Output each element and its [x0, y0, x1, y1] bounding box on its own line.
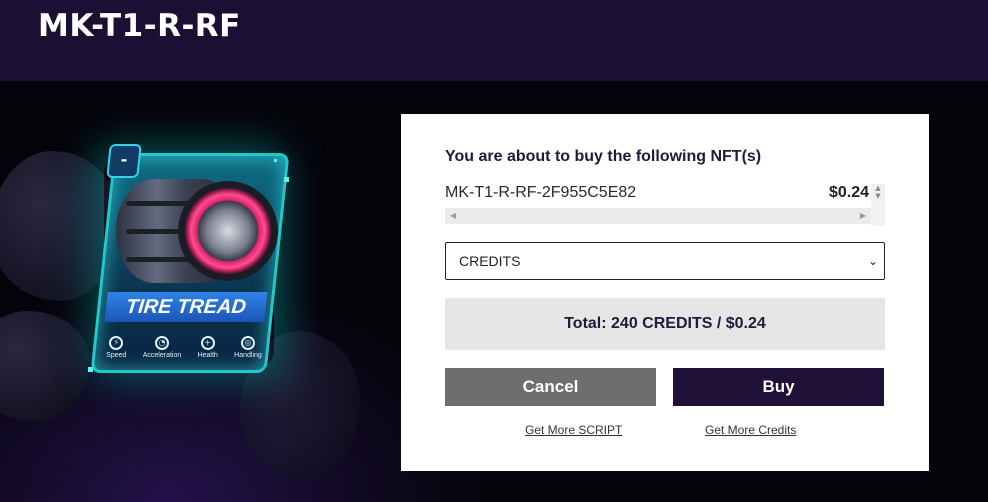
get-more-credits-link[interactable]: Get More Credits	[705, 423, 796, 437]
nft-list[interactable]: MK-T1-R-RF-2F955C5E82 $0.24 ▲ ▼ ◀ ▶	[445, 184, 885, 226]
steering-wheel-icon: ◎	[240, 336, 255, 350]
stat-label: Acceleration	[142, 352, 182, 359]
sparkle-decoration	[284, 177, 289, 182]
vertical-scrollbar[interactable]: ▲ ▼	[871, 184, 885, 226]
cancel-button[interactable]: Cancel	[445, 368, 656, 406]
stat-health: + Health	[198, 336, 218, 359]
stat-acceleration: ◔ Acceleration	[142, 336, 182, 359]
scroll-down-icon[interactable]: ▼	[871, 192, 885, 200]
speedometer-icon: ◔	[155, 336, 169, 350]
lightning-icon: ⚡	[109, 336, 124, 350]
asteroid-decoration	[0, 311, 90, 421]
currency-select[interactable]: CREDITS ⌄	[445, 242, 885, 280]
shield-icon: +	[200, 336, 215, 350]
scroll-up-icon[interactable]: ▲	[871, 184, 885, 192]
buy-button[interactable]: Buy	[673, 368, 884, 406]
sparkle-decoration	[274, 159, 277, 162]
page-title: MK-T1-R-RF	[38, 8, 241, 44]
stat-speed: ⚡ Speed	[106, 336, 126, 359]
tire-image	[116, 175, 278, 287]
horizontal-scrollbar[interactable]: ◀ ▶	[445, 208, 871, 224]
total-summary: Total: 240 CREDITS / $0.24	[445, 298, 885, 350]
sparkle-decoration	[88, 367, 93, 372]
dialog-heading: You are about to buy the following NFT(s…	[445, 148, 762, 165]
currency-select-value: CREDITS	[459, 253, 521, 269]
scroll-right-icon[interactable]: ▶	[860, 208, 866, 224]
stat-label: Health	[197, 352, 218, 359]
stat-label: Speed	[106, 352, 127, 359]
scroll-left-icon[interactable]: ◀	[450, 208, 456, 224]
stat-handling: ◎ Handling	[234, 336, 262, 359]
card-tab: -	[106, 144, 142, 178]
nft-item-price: $0.24	[828, 184, 869, 201]
card-title: TIRE TREAD	[104, 292, 268, 322]
tire-rim	[178, 181, 278, 281]
get-more-script-link[interactable]: Get More SCRIPT	[525, 423, 622, 437]
nft-item-name: MK-T1-R-RF-2F955C5E82	[445, 184, 637, 201]
card-stats: ⚡ Speed ◔ Acceleration + Health ◎ Handli…	[98, 329, 270, 359]
purchase-dialog: You are about to buy the following NFT(s…	[401, 114, 929, 471]
chevron-down-icon: ⌄	[867, 254, 878, 268]
stat-label: Handling	[234, 352, 262, 359]
page-header: MK-T1-R-RF	[0, 0, 988, 81]
nft-card: - TIRE TREAD ⚡ Speed ◔ Acceleration + He…	[84, 144, 294, 379]
